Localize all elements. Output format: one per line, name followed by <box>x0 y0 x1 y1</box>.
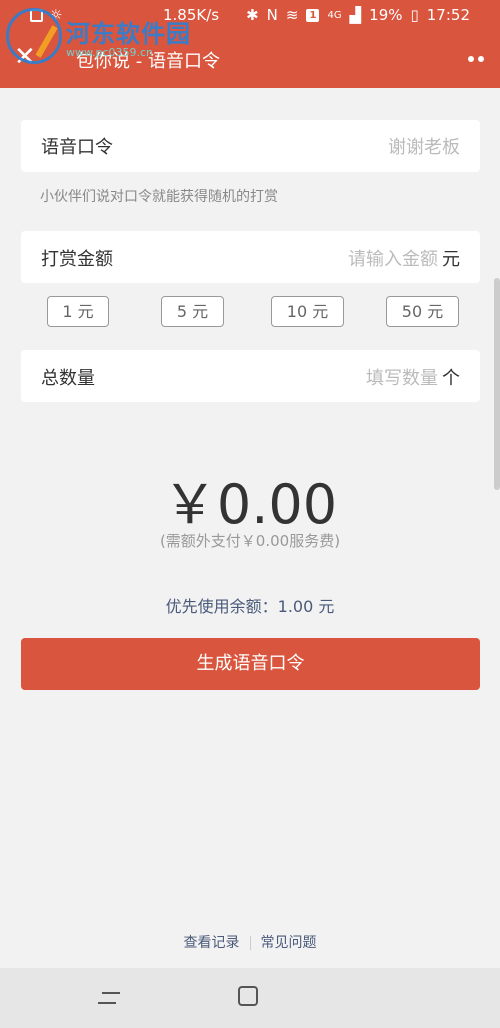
watermark-text: 河东软件园 <box>66 20 191 48</box>
watermark-url: www.pc0359.cn <box>66 46 154 59</box>
signal-icon: ▟ <box>349 6 362 24</box>
amount-unit: 元 <box>442 249 460 270</box>
home-icon[interactable] <box>238 986 258 1006</box>
total-count-field[interactable]: 总数量 填写数量个 <box>21 350 480 402</box>
network-type: 4G <box>327 9 342 21</box>
quick-amount-50[interactable]: 50 元 <box>386 296 459 327</box>
voice-command-field[interactable]: 语音口令 谢谢老板 <box>21 120 480 172</box>
sim-badge: 1 <box>306 8 320 22</box>
wifi-icon: ≋ <box>285 6 299 24</box>
bluetooth-icon: ✱ <box>246 6 259 24</box>
battery-level: 19% <box>369 6 403 24</box>
faq-link[interactable]: 常见问题 <box>251 935 327 951</box>
reward-amount-label: 打赏金额 <box>41 249 113 270</box>
nfc-icon: N <box>266 6 278 24</box>
balance-note: 优先使用余额：1.00 元 <box>165 597 335 616</box>
total-count-input[interactable]: 填写数量 <box>366 368 438 389</box>
service-fee-note: (需额外支付￥0.00服务费) <box>159 532 341 550</box>
clock: 17:52 <box>426 6 470 24</box>
watermark-logo-icon <box>6 8 62 64</box>
total-count-label: 总数量 <box>41 368 95 389</box>
quick-amount-1[interactable]: 1 元 <box>47 296 109 327</box>
more-options-icon[interactable] <box>468 56 484 62</box>
recent-apps-icon[interactable] <box>98 988 120 1008</box>
reward-amount-field[interactable]: 打赏金额 请输入金额元 <box>21 231 480 283</box>
battery-icon: ▯ <box>410 6 419 24</box>
scrollbar[interactable] <box>494 278 500 490</box>
count-unit: 个 <box>442 368 460 389</box>
total-amount: ￥0.00 <box>162 473 338 536</box>
top-bar: ☼ 1.85K/s ✱ N ≋ 1 4G ▟ 19% ▯ 17:52 ✕ 包你说… <box>0 0 500 88</box>
voice-command-label: 语音口令 <box>41 137 113 158</box>
view-records-link[interactable]: 查看记录 <box>174 935 250 951</box>
quick-amount-10[interactable]: 10 元 <box>271 296 344 327</box>
watermark: 河东软件园 www.pc0359.cn <box>6 8 226 68</box>
quick-amount-5[interactable]: 5 元 <box>161 296 224 327</box>
footer-links: 查看记录 常见问题 <box>0 932 500 952</box>
generate-voice-command-button[interactable]: 生成语音口令 <box>21 638 480 690</box>
voice-command-hint: 小伙伴们说对口令就能获得随机的打赏 <box>40 189 278 205</box>
system-nav-bar <box>0 968 500 1028</box>
voice-command-input[interactable]: 谢谢老板 <box>388 133 460 159</box>
reward-amount-input[interactable]: 请输入金额 <box>348 249 438 270</box>
